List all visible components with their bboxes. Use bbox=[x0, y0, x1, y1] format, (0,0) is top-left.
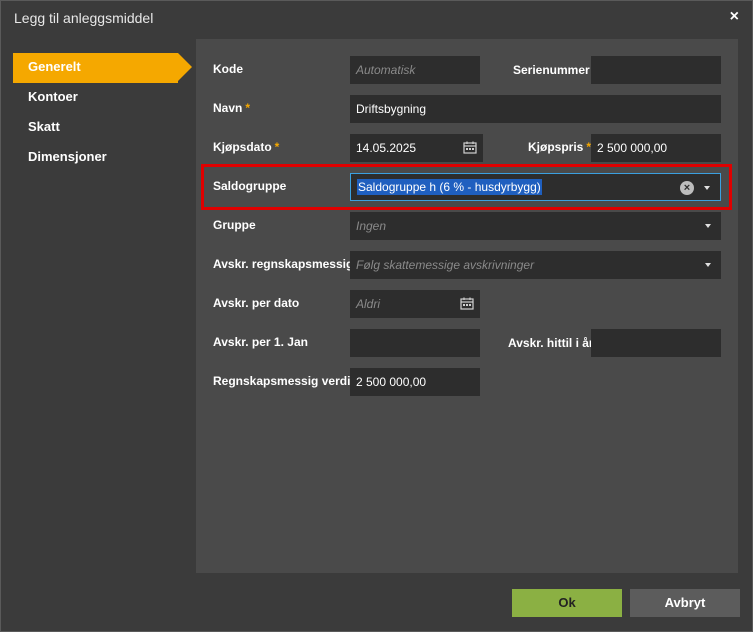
kjopsdato-value: 14.05.2025 bbox=[356, 141, 417, 155]
required-marker: * bbox=[274, 140, 280, 154]
sidebar: Generelt Kontoer Skatt Dimensjoner bbox=[13, 53, 192, 173]
serienummer-label: Serienummer bbox=[513, 63, 590, 77]
kjopsdato-input[interactable]: 14.05.2025 bbox=[350, 134, 483, 162]
ok-button[interactable]: Ok bbox=[512, 589, 622, 617]
sidebar-item-generelt[interactable]: Generelt bbox=[13, 53, 192, 83]
regnskapsmessig-verdi-input[interactable]: 2 500 000,00 bbox=[350, 368, 480, 396]
avskr-per-dato-label: Avskr. per dato bbox=[213, 296, 300, 310]
saldogruppe-label: Saldogruppe bbox=[213, 179, 287, 193]
navn-label: Navn * bbox=[213, 101, 251, 115]
calendar-icon[interactable] bbox=[463, 141, 477, 154]
navn-input[interactable]: Driftsbygning bbox=[350, 95, 721, 123]
sidebar-item-kontoer[interactable]: Kontoer bbox=[13, 83, 183, 113]
avskr-per-dato-input[interactable]: Aldri bbox=[350, 290, 480, 318]
saldogruppe-value: Saldogruppe h (6 % - husdyrbygg) bbox=[357, 179, 542, 195]
regnskapsmessig-verdi-label: Regnskapsmessig verdi bbox=[213, 374, 351, 388]
avskr-hittil-input[interactable] bbox=[591, 329, 721, 357]
avskr-hittil-label: Avskr. hittil i år bbox=[508, 336, 594, 350]
cancel-button[interactable]: Avbryt bbox=[630, 589, 740, 617]
avskr-per-jan-label: Avskr. per 1. Jan bbox=[213, 335, 308, 349]
chevron-down-icon[interactable] bbox=[704, 186, 710, 190]
title-bar: Legg til anleggsmiddel × bbox=[1, 1, 752, 35]
kode-input[interactable]: Automatisk bbox=[350, 56, 480, 84]
avskr-regnskapsmessig-label: Avskr. regnskapsmessig bbox=[213, 257, 354, 271]
chevron-down-icon[interactable] bbox=[705, 224, 711, 228]
saldogruppe-select[interactable]: Saldogruppe h (6 % - husdyrbygg) × bbox=[350, 173, 721, 201]
required-marker: * bbox=[245, 101, 251, 115]
gruppe-select[interactable]: Ingen bbox=[350, 212, 721, 240]
kjopsdato-label: Kjøpsdato * bbox=[213, 140, 280, 154]
dialog-title: Legg til anleggsmiddel bbox=[14, 10, 154, 26]
kode-label: Kode bbox=[213, 62, 243, 76]
kjopspris-label: Kjøpspris * bbox=[528, 140, 592, 154]
avskr-per-jan-input[interactable] bbox=[350, 329, 480, 357]
sidebar-item-skatt[interactable]: Skatt bbox=[13, 113, 183, 143]
close-icon[interactable]: × bbox=[730, 8, 739, 26]
serienummer-input[interactable] bbox=[591, 56, 721, 84]
gruppe-label: Gruppe bbox=[213, 218, 256, 232]
sidebar-item-dimensjoner[interactable]: Dimensjoner bbox=[13, 143, 183, 173]
clear-icon[interactable]: × bbox=[680, 181, 694, 195]
kjopspris-input[interactable]: 2 500 000,00 bbox=[591, 134, 721, 162]
avskr-regnskapsmessig-select[interactable]: Følg skattemessige avskrivninger bbox=[350, 251, 721, 279]
calendar-icon[interactable] bbox=[460, 297, 474, 310]
dialog: Legg til anleggsmiddel × Generelt Kontoe… bbox=[0, 0, 753, 632]
chevron-down-icon[interactable] bbox=[705, 263, 711, 267]
